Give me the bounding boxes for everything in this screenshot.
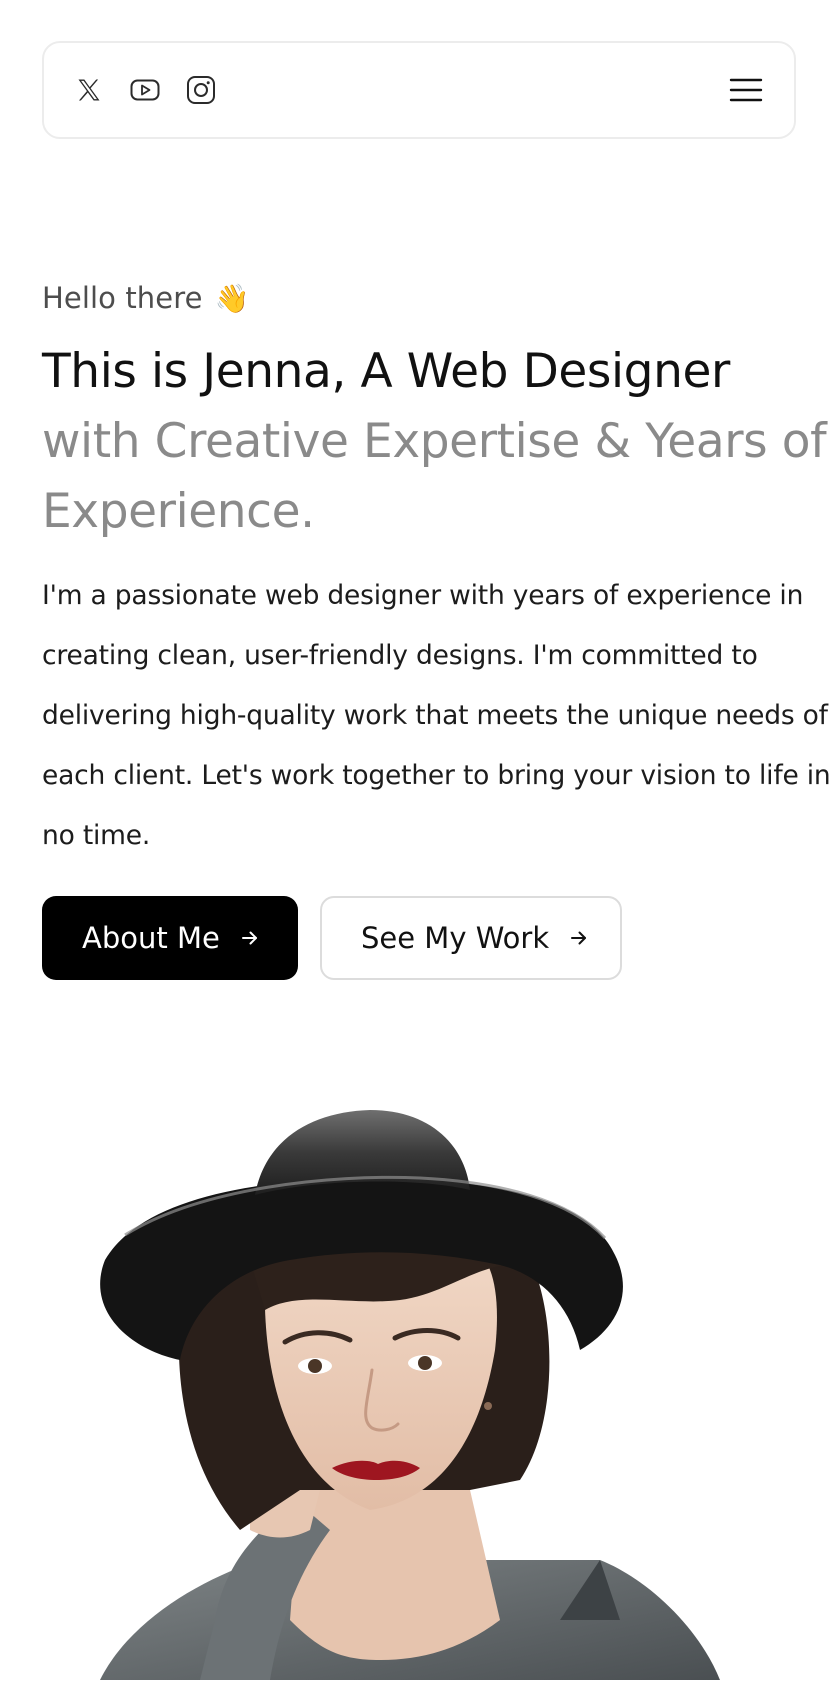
hamburger-menu-icon[interactable] bbox=[728, 73, 764, 107]
headline-secondary: with Creative Expertise & Years of Exper… bbox=[42, 414, 827, 539]
see-my-work-button[interactable]: See My Work bbox=[320, 896, 622, 980]
greeting: Hello there 👋 bbox=[42, 278, 250, 318]
youtube-icon[interactable] bbox=[127, 72, 163, 108]
about-me-label: About Me bbox=[82, 921, 220, 955]
greeting-text: Hello there bbox=[42, 281, 203, 315]
headline-primary: This is Jenna, A Web Designer bbox=[42, 344, 730, 399]
waving-hand-icon: 👋 bbox=[214, 281, 250, 315]
hero-headline: This is Jenna, A Web Designer with Creat… bbox=[42, 337, 832, 547]
about-me-button[interactable]: About Me bbox=[42, 896, 298, 980]
portrait-image bbox=[0, 1060, 840, 1680]
x-twitter-icon[interactable] bbox=[71, 72, 107, 108]
hero-bio: I'm a passionate web designer with years… bbox=[42, 580, 831, 851]
top-navbar bbox=[42, 41, 796, 139]
arrow-right-icon bbox=[569, 928, 589, 948]
see-my-work-label: See My Work bbox=[361, 921, 550, 955]
instagram-icon[interactable] bbox=[183, 72, 219, 108]
arrow-right-icon bbox=[240, 928, 260, 948]
